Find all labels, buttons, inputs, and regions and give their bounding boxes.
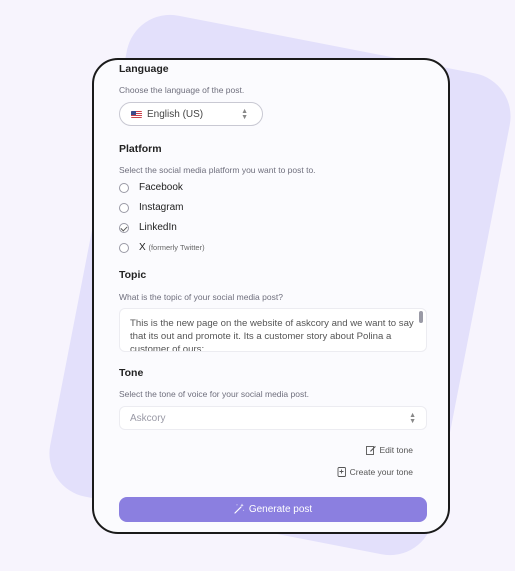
platform-option-label: Facebook — [139, 182, 183, 193]
edit-icon — [366, 446, 377, 455]
create-tone-button[interactable]: Create your tone — [337, 467, 413, 477]
platform-option-label: X (formerly Twitter) — [139, 242, 205, 253]
language-select[interactable]: English (US) ▲ ▼ — [119, 102, 263, 126]
platform-heading: Platform — [119, 143, 162, 155]
radio-button[interactable] — [119, 183, 129, 193]
create-tone-label: Create your tone — [349, 467, 413, 477]
topic-text: This is the new page on the website of a… — [130, 318, 414, 352]
radio-button[interactable] — [119, 203, 129, 213]
edit-tone-label: Edit tone — [379, 445, 413, 455]
edit-tone-button[interactable]: Edit tone — [366, 445, 413, 455]
language-heading: Language — [119, 63, 169, 75]
post-generator-panel: Language Choose the language of the post… — [92, 58, 450, 534]
magic-wand-icon — [234, 503, 245, 514]
platform-option-note: (formerly Twitter) — [148, 243, 205, 252]
scrollbar[interactable] — [419, 311, 423, 323]
chevron-up-down-icon: ▲ ▼ — [241, 108, 248, 121]
tone-select[interactable]: Askcory ▲ ▼ — [119, 406, 427, 430]
generate-post-label: Generate post — [248, 504, 313, 515]
us-flag-icon — [131, 111, 142, 118]
generate-post-button[interactable]: Generate post — [119, 497, 427, 522]
language-subtitle: Choose the language of the post. — [119, 85, 245, 95]
tone-subtitle: Select the tone of voice for your social… — [119, 389, 309, 399]
topic-subtitle: What is the topic of your social media p… — [119, 292, 283, 302]
topic-textarea[interactable]: This is the new page on the website of a… — [119, 308, 427, 352]
new-document-icon — [337, 467, 346, 477]
platform-subtitle: Select the social media platform you wan… — [119, 165, 316, 175]
tone-heading: Tone — [119, 367, 144, 379]
chevron-up-down-icon: ▲ ▼ — [409, 412, 416, 425]
language-value: English (US) — [147, 109, 204, 120]
radio-button[interactable] — [119, 243, 129, 253]
topic-heading: Topic — [119, 269, 147, 281]
platform-option-label: LinkedIn — [139, 222, 177, 233]
radio-button-checked[interactable] — [119, 223, 129, 233]
platform-option-label: Instagram — [139, 202, 184, 213]
tone-placeholder: Askcory — [130, 413, 166, 424]
